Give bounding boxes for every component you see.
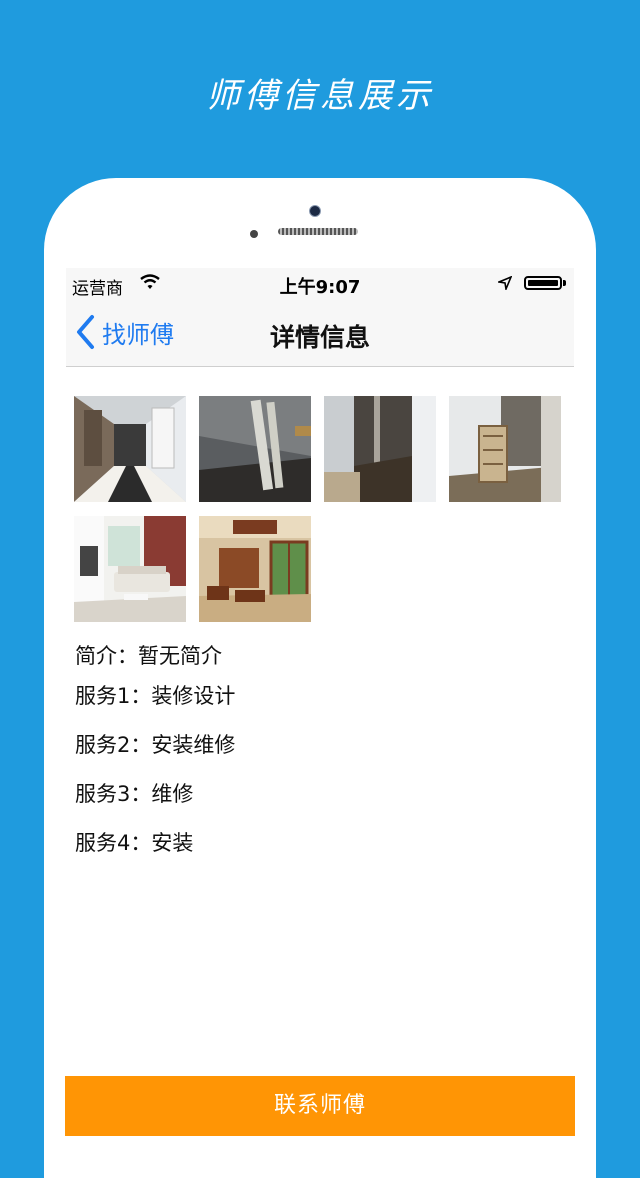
photo-classic-interior[interactable] [199, 516, 311, 622]
intro-text: 简介：暂无简介 [75, 644, 222, 668]
speaker-grille-icon [278, 228, 358, 235]
service-item-4: 服务4：安装 [75, 831, 194, 855]
sensor-icon [250, 230, 258, 238]
contact-master-button[interactable]: 联系师傅 [65, 1076, 575, 1136]
photo-stairwell[interactable] [449, 396, 561, 502]
photo-corridor[interactable] [74, 396, 186, 502]
phone-frame: 运营商 上午9:07 找师傅 详情信息 简介：暂无简介 服务1：装修设计 服务2… [44, 178, 596, 1178]
navigation-bar: 找师傅 详情信息 [66, 300, 574, 367]
front-camera-icon [309, 205, 321, 217]
service-item-1: 服务1：装修设计 [75, 684, 236, 708]
photo-construction-pipes[interactable] [199, 396, 311, 502]
photo-narrow-hallway[interactable] [324, 396, 436, 502]
service-item-2: 服务2：安装维修 [75, 733, 236, 757]
photo-living-room[interactable] [74, 516, 186, 622]
service-item-3: 服务3：维修 [75, 782, 194, 806]
app-screen: 运营商 上午9:07 找师傅 详情信息 简介：暂无简介 服务1：装修设计 服务2… [66, 268, 574, 1178]
battery-tip-icon [563, 280, 566, 286]
status-bar: 运营商 上午9:07 [66, 268, 574, 300]
page-title: 详情信息 [269, 323, 370, 352]
location-arrow-icon [498, 276, 512, 290]
promo-title: 师傅信息展示 [206, 76, 434, 116]
battery-icon [524, 276, 562, 290]
